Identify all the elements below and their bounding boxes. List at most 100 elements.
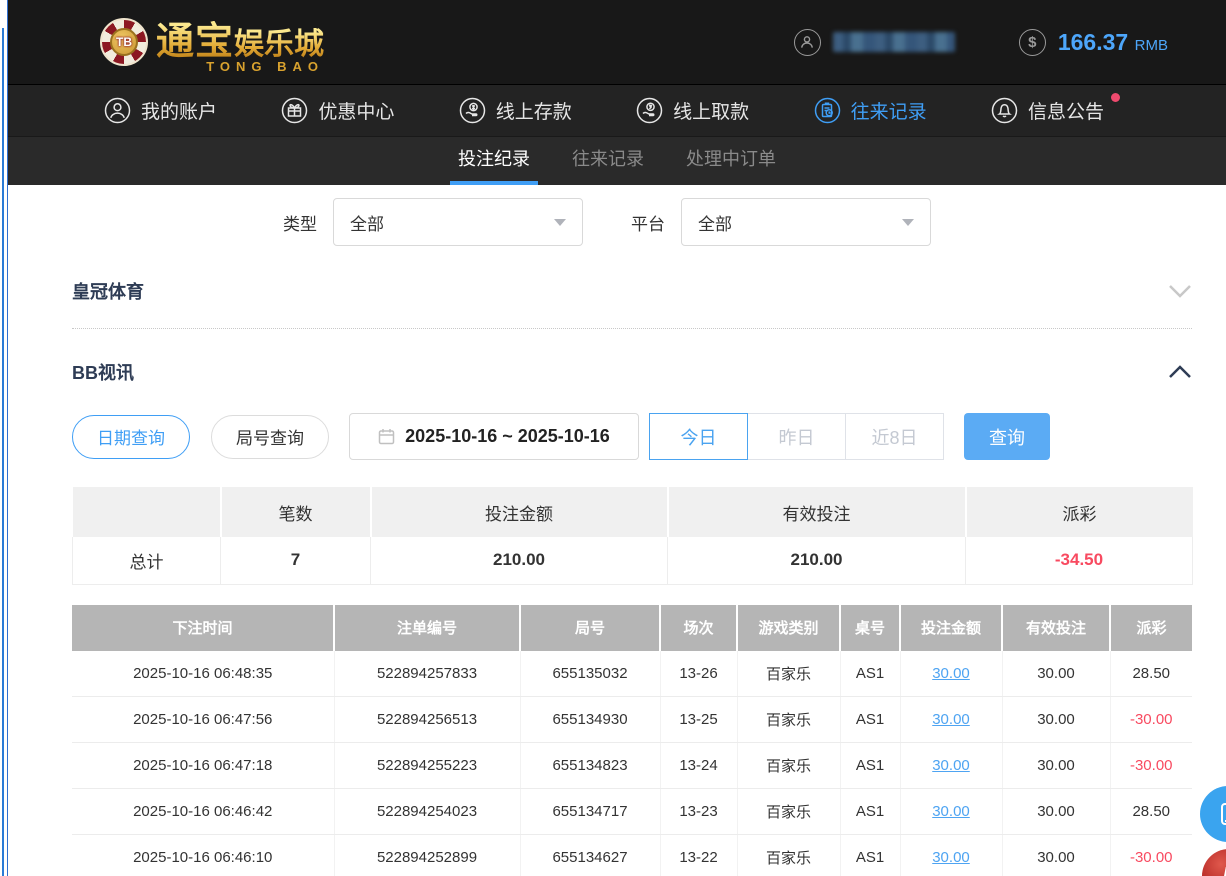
cell-payout: -30.00 <box>1110 697 1192 743</box>
platform-filter-label: 平台 <box>631 210 665 235</box>
cell-valid-bet: 30.00 <box>1002 651 1110 697</box>
summary-payout: -34.50 <box>966 537 1193 584</box>
type-filter-label: 类型 <box>283 210 317 235</box>
day-shortcut-group: 今日 昨日 近8日 <box>649 413 944 460</box>
dollar-circle-icon: $ <box>1019 29 1046 56</box>
cell-bet-amount: 30.00 <box>900 743 1002 789</box>
balance-block[interactable]: $ 166.37 RMB <box>1019 29 1168 56</box>
cell-valid-bet: 30.00 <box>1002 743 1110 789</box>
platform-select[interactable]: 全部 <box>681 198 931 246</box>
cell-session: 13-24 <box>660 743 737 789</box>
nav-label: 信息公告 <box>1028 97 1104 124</box>
nav-item-my-account[interactable]: 我的账户 <box>104 97 217 124</box>
gift-icon <box>281 97 308 124</box>
summary-header-valid-bet: 有效投注 <box>668 487 966 537</box>
calendar-icon <box>378 428 395 445</box>
col-valid-bet: 有效投注 <box>1002 605 1110 651</box>
nav-item-announcements[interactable]: 信息公告 <box>991 97 1104 124</box>
search-button[interactable]: 查询 <box>964 413 1050 460</box>
logo-name-cn-big: 通宝 <box>156 21 234 63</box>
records-table: 下注时间 注单编号 局号 场次 游戏类别 桌号 投注金额 有效投注 派彩 202… <box>72 605 1192 876</box>
chevron-down-icon <box>554 219 566 226</box>
chevron-up-icon <box>1168 365 1192 379</box>
summary-header-empty <box>73 487 221 537</box>
round-query-button[interactable]: 局号查询 <box>211 415 329 459</box>
summary-total-row: 总计 7 210.00 210.00 -34.50 <box>73 537 1193 584</box>
cell-bet-time: 2025-10-16 06:47:18 <box>72 743 334 789</box>
section-bb-video[interactable]: BB视讯 <box>72 359 1192 385</box>
desktop-edge-sliver <box>0 0 8 876</box>
user-icon <box>104 97 131 124</box>
summary-valid-bet: 210.00 <box>668 537 966 584</box>
col-payout: 派彩 <box>1110 605 1192 651</box>
avatar-icon <box>794 29 821 56</box>
nav-item-records[interactable]: 往来记录 <box>814 97 927 124</box>
cell-bet-time: 2025-10-16 06:46:42 <box>72 789 334 835</box>
cell-payout: 28.50 <box>1110 651 1192 697</box>
cell-bet-time: 2025-10-16 06:47:56 <box>72 697 334 743</box>
balance-amount: 166.37 <box>1058 29 1128 55</box>
col-order-no: 注单编号 <box>334 605 520 651</box>
col-table-no: 桌号 <box>840 605 900 651</box>
cell-session: 13-25 <box>660 697 737 743</box>
poker-chip-icon: TB <box>100 18 148 66</box>
type-select[interactable]: 全部 <box>333 198 583 246</box>
user-block[interactable] <box>794 29 955 56</box>
cell-payout: -30.00 <box>1110 743 1192 789</box>
date-query-button[interactable]: 日期查询 <box>72 415 190 459</box>
section-title: BB视讯 <box>72 359 134 385</box>
date-range-input[interactable]: 2025-10-16 ~ 2025-10-16 <box>349 413 639 460</box>
section-crown-sports[interactable]: 皇冠体育 <box>72 278 1192 304</box>
col-round-no: 局号 <box>520 605 660 651</box>
bet-amount-link[interactable]: 30.00 <box>932 711 970 728</box>
cell-payout: 28.50 <box>1110 789 1192 835</box>
bell-icon <box>991 97 1018 124</box>
cell-session: 13-22 <box>660 835 737 876</box>
bet-amount-link[interactable]: 30.00 <box>932 849 970 866</box>
records-icon <box>814 97 841 124</box>
cell-round-no: 655134930 <box>520 697 660 743</box>
cell-order-no: 522894252899 <box>334 835 520 876</box>
bet-amount-link[interactable]: 30.00 <box>932 665 970 682</box>
site-logo[interactable]: TB 通宝娱乐城 TONG BAO <box>100 10 324 74</box>
cell-order-no: 522894256513 <box>334 697 520 743</box>
nav-label: 线上存款 <box>496 97 572 124</box>
summary-header-bet-amount: 投注金额 <box>371 487 668 537</box>
notification-badge-dot <box>1111 93 1120 102</box>
col-bet-time: 下注时间 <box>72 605 334 651</box>
cell-bet-amount: 30.00 <box>900 651 1002 697</box>
section-title: 皇冠体育 <box>72 278 144 304</box>
cell-game-type: 百家乐 <box>737 835 840 876</box>
table-row: 2025-10-16 06:48:35 522894257833 6551350… <box>72 651 1192 697</box>
cell-bet-amount: 30.00 <box>900 789 1002 835</box>
cell-bet-time: 2025-10-16 06:48:35 <box>72 651 334 697</box>
tab-transaction-records[interactable]: 往来记录 <box>572 145 644 185</box>
top-header: TB 通宝娱乐城 TONG BAO $ <box>8 0 1226 84</box>
cell-round-no: 655135032 <box>520 651 660 697</box>
last-8-days-button[interactable]: 近8日 <box>845 413 944 460</box>
cell-valid-bet: 30.00 <box>1002 697 1110 743</box>
nav-label: 往来记录 <box>851 97 927 124</box>
bet-amount-link[interactable]: 30.00 <box>932 757 970 774</box>
col-bet-amount: 投注金额 <box>900 605 1002 651</box>
today-button[interactable]: 今日 <box>649 413 748 460</box>
withdraw-icon <box>636 97 663 124</box>
nav-item-promotions[interactable]: 优惠中心 <box>281 97 394 124</box>
bet-amount-link[interactable]: 30.00 <box>932 803 970 820</box>
nav-item-deposit[interactable]: 线上存款 <box>459 97 572 124</box>
nav-label: 线上取款 <box>673 97 749 124</box>
logo-name-cn-small: 娱乐城 <box>234 28 324 61</box>
tab-pending-orders[interactable]: 处理中订单 <box>686 145 776 185</box>
main-nav: 我的账户 优惠中心 线上存款 线上取款 <box>8 84 1226 136</box>
cell-table-no: AS1 <box>840 697 900 743</box>
summary-bet-amount: 210.00 <box>371 537 668 584</box>
cell-valid-bet: 30.00 <box>1002 789 1110 835</box>
tab-bet-records[interactable]: 投注纪录 <box>458 145 530 185</box>
nav-label: 我的账户 <box>141 97 217 124</box>
user-area: $ 166.37 RMB <box>794 29 1168 56</box>
cell-game-type: 百家乐 <box>737 697 840 743</box>
nav-item-withdraw[interactable]: 线上取款 <box>636 97 749 124</box>
yesterday-button[interactable]: 昨日 <box>747 413 846 460</box>
cell-order-no: 522894255223 <box>334 743 520 789</box>
cell-bet-amount: 30.00 <box>900 835 1002 876</box>
